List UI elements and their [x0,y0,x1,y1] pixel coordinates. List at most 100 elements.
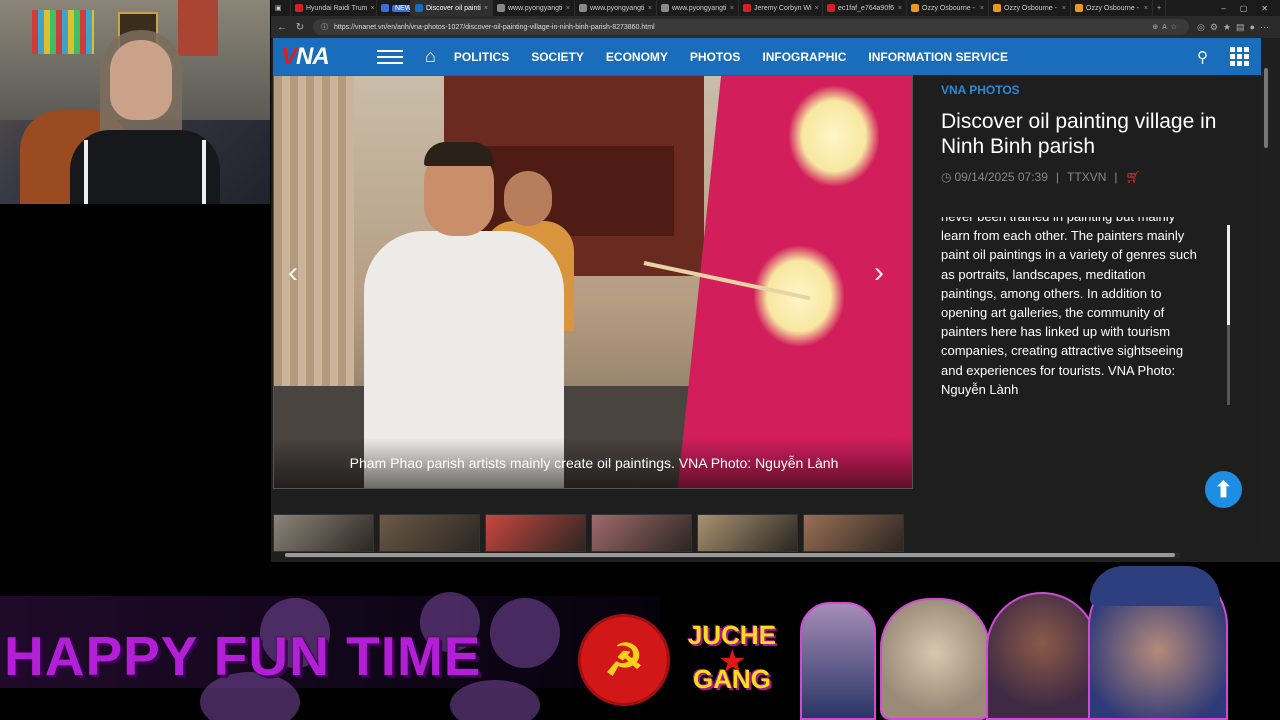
article-body: never been trained in painting but mainl… [941,217,1197,397]
next-slide-icon[interactable]: › [874,256,884,290]
browser-window: ▣ Hyundai Raidi Trum×NEWSDiscover oil pa… [271,0,1280,562]
clock-icon: ◷ [941,170,952,184]
tab-favicon-icon [911,4,919,12]
article-scrollbar[interactable] [1227,225,1230,405]
menu-item-society[interactable]: SOCIETY [531,50,584,64]
collections-icon[interactable]: ▤ [1236,22,1250,32]
tab-close-icon[interactable]: × [730,5,734,12]
reload-icon[interactable]: ↻ [295,22,305,33]
browser-tab[interactable]: NEWS [377,0,411,16]
tab-bar: ▣ Hyundai Raidi Trum×NEWSDiscover oil pa… [271,0,1280,16]
more-icon[interactable]: ⋯ [1260,22,1274,32]
browser-tab[interactable]: Discover oil painti × [411,0,493,16]
tab-label: Ozzy Osbourne - [1086,4,1139,12]
tab-close-icon[interactable]: × [484,5,488,12]
vertical-scrollbar[interactable] [1262,38,1270,548]
tab-menu-icon[interactable]: ▣ [271,0,291,16]
tab-favicon-icon [1075,4,1083,12]
tab-close-icon[interactable]: × [1144,5,1148,12]
url-actions: ⊕A☆ [1152,23,1181,31]
back-icon[interactable]: ← [277,22,287,33]
home-icon[interactable]: ⌂ [425,46,436,67]
stream-overlay-banner: HAPPY FUN TIME ☭ JUCHE ★ GANG [0,562,1280,720]
cap-graphic [1090,566,1220,606]
browser-tab[interactable]: Ozzy Osbourne - × [1071,0,1153,16]
new-tab-button[interactable]: + [1153,0,1167,16]
thumbnail-strip [273,514,913,552]
curtain [274,76,354,386]
photo-thumbnail[interactable] [591,514,692,552]
url-text: https://vnanet.vn/en/anh/vna-photos-1027… [334,23,655,31]
article-meta: ◷ 09/14/2025 07:39 | TTXVN | 🛒︎ [941,170,1141,184]
settings-icon[interactable]: ⚙ [1210,22,1223,32]
favorite-icon[interactable]: ☆ [1171,24,1181,31]
hamburger-menu-icon[interactable] [377,49,403,64]
close-icon[interactable]: ✕ [1261,4,1268,13]
tab-label: NEWS [392,4,410,12]
tab-close-icon[interactable]: × [898,5,902,12]
tab-favicon-icon [993,4,1001,12]
tab-label: www.pyongyangti [508,4,563,12]
tab-close-icon[interactable]: × [815,5,819,12]
read-aloud-icon[interactable]: A [1162,24,1171,31]
tab-label: Hyundai Raidi Trum [306,4,368,12]
tab-close-icon[interactable]: × [980,5,984,12]
tab-close-icon[interactable]: × [370,5,374,12]
juche-gang-badge: JUCHE ★ GANG [687,620,777,694]
tab-favicon-icon [661,4,669,12]
apps-grid-icon[interactable] [1230,47,1249,66]
webcam-feed [0,0,270,204]
tab-favicon-icon [295,4,303,12]
site-info-icon[interactable]: ⓘ [321,22,328,32]
zoom-icon[interactable]: ⊕ [1152,24,1162,31]
photo-thumbnail[interactable] [273,514,374,552]
article-title: Discover oil painting village in Ninh Bi… [941,110,1217,158]
browser-tab[interactable]: Hyundai Raidi Trum × [291,0,377,16]
tab-close-icon[interactable]: × [648,5,652,12]
tab-favicon-icon [579,4,587,12]
happy-fun-time-headline: HAPPY FUN TIME [4,625,482,687]
photo-thumbnail[interactable] [697,514,798,552]
photo-thumbnail[interactable] [485,514,586,552]
browser-tab[interactable]: ec1faf_e764a90f6 × [823,0,907,16]
prev-slide-icon[interactable]: ‹ [288,256,298,290]
tab-close-icon[interactable]: × [1062,5,1066,12]
tab-favicon-icon [381,4,389,12]
menu-item-politics[interactable]: POLITICS [454,50,509,64]
search-icon[interactable]: ⚲ [1197,48,1208,66]
horizontal-scrollbar[interactable] [285,553,1180,558]
browser-tab[interactable]: Ozzy Osbourne - × [989,0,1071,16]
tab-label: Jeremy Corbyn Wi [754,4,812,12]
maximize-icon[interactable]: ▢ [1240,4,1248,13]
address-bar: ← ↻ ⓘ https://vnanet.vn/en/anh/vna-photo… [271,16,1280,38]
menu-item-information-service[interactable]: INFORMATION SERVICE [868,50,1008,64]
profile-icon[interactable]: ● [1250,22,1260,32]
portrait-cutout [800,602,876,720]
article-datetime: 09/14/2025 07:39 [954,170,1048,184]
photo-thumbnail[interactable] [803,514,904,552]
tab-label: www.pyongyangti [590,4,645,12]
browser-tab[interactable]: www.pyongyangti × [657,0,739,16]
article-category[interactable]: VNA PHOTOS [941,83,1020,97]
photo-slideshow: ‹ › Pham Phao parish artists mainly crea… [273,75,913,489]
extension-icon[interactable]: ◎ [1197,22,1210,32]
browser-tab[interactable]: www.pyongyangti × [493,0,575,16]
menu-item-economy[interactable]: ECONOMY [606,50,668,64]
tab-label: www.pyongyangti [672,4,727,12]
url-field[interactable]: ⓘ https://vnanet.vn/en/anh/vna-photos-10… [313,19,1190,35]
browser-tab[interactable]: Ozzy Osbourne - × [907,0,989,16]
tab-close-icon[interactable]: × [566,5,570,12]
minimize-icon[interactable]: – [1221,4,1225,13]
cat-cutout [880,598,990,720]
menu-item-infographic[interactable]: INFOGRAPHIC [762,50,846,64]
scroll-to-top-button[interactable]: ⬆︎ [1205,471,1242,508]
article-source: TTXVN [1067,170,1107,184]
cart-icon[interactable]: 🛒︎ [1126,170,1141,184]
favorites-icon[interactable]: ★ [1223,22,1236,32]
photo-thumbnail[interactable] [379,514,480,552]
browser-tab[interactable]: www.pyongyangti × [575,0,657,16]
menu-item-photos[interactable]: PHOTOS [690,50,740,64]
browser-tab[interactable]: Jeremy Corbyn Wi × [739,0,823,16]
vna-logo[interactable]: V NA [273,38,349,75]
portrait-cutout [986,592,1098,720]
